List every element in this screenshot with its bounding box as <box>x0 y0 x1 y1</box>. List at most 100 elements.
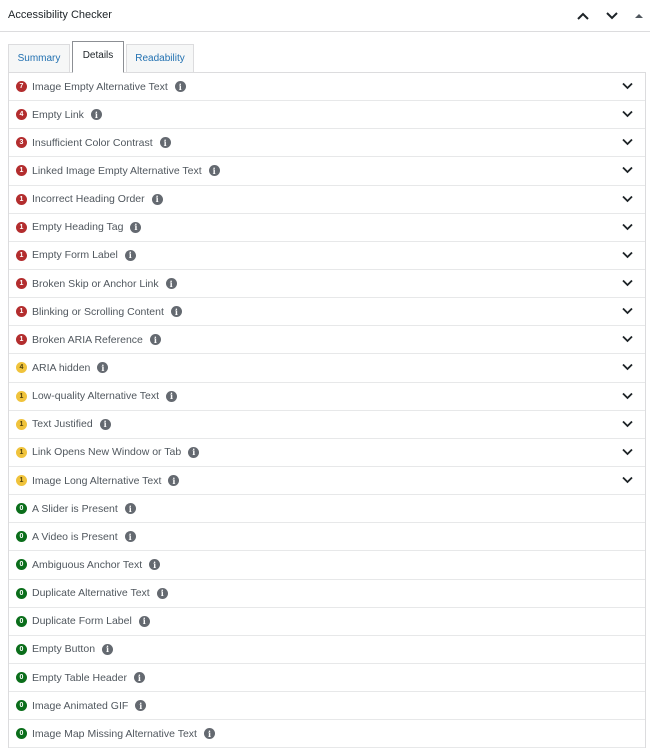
info-icon[interactable]: i <box>124 531 136 543</box>
check-label-text: Linked Image Empty Alternative Text <box>32 164 202 177</box>
check-label-text: Image Animated GIF <box>32 699 129 712</box>
check-row: 0 Ambiguous Anchor Text i <box>9 551 645 580</box>
info-icon[interactable]: i <box>168 475 180 487</box>
check-row[interactable]: 1 Broken ARIA Reference i <box>9 326 645 355</box>
info-icon[interactable]: i <box>166 390 178 402</box>
chevron-down-icon[interactable] <box>622 363 633 371</box>
info-icon[interactable]: i <box>130 221 142 233</box>
check-label: Low-quality Alternative Text i <box>32 390 178 402</box>
info-icon[interactable]: i <box>124 503 136 515</box>
chevron-down-icon[interactable] <box>622 448 633 456</box>
move-down-button[interactable] <box>598 0 626 32</box>
tab-summary[interactable]: Summary <box>8 44 70 72</box>
info-icon[interactable]: i <box>188 446 200 458</box>
check-label: ARIA hidden i <box>32 362 109 374</box>
check-label: Empty Heading Tag i <box>32 221 142 234</box>
info-icon[interactable]: i <box>208 165 220 177</box>
count-badge: 1 <box>16 306 27 318</box>
check-label: Image Animated GIF i <box>32 699 147 712</box>
info-icon[interactable]: i <box>149 334 161 346</box>
info-icon[interactable]: i <box>149 559 161 571</box>
chevron-down-icon[interactable] <box>622 138 633 146</box>
check-row[interactable]: 1 Image Long Alternative Text i <box>9 467 645 496</box>
info-icon[interactable]: i <box>124 249 136 261</box>
check-label-text: Empty Button <box>32 643 96 656</box>
check-row[interactable]: 1 Linked Image Empty Alternative Text i <box>9 157 645 186</box>
check-row[interactable]: 1 Text Justified i <box>9 411 645 439</box>
caret-up-icon <box>635 14 643 18</box>
check-row: 0 Image Map Missing Alternative Text i <box>9 720 645 748</box>
chevron-down-icon[interactable] <box>622 392 633 400</box>
info-icon[interactable]: i <box>99 418 111 430</box>
panel-header: Accessibility Checker <box>0 0 650 32</box>
chevron-down-icon[interactable] <box>622 307 633 315</box>
count-badge: 1 <box>16 446 27 458</box>
check-label-text: Insufficient Color Contrast <box>32 136 153 149</box>
check-label: A Video is Present i <box>32 531 136 543</box>
count-badge: 0 <box>16 700 27 712</box>
chevron-down-icon[interactable] <box>622 195 633 203</box>
count-badge: 0 <box>16 643 27 655</box>
info-icon[interactable]: i <box>151 193 163 205</box>
collapse-panel-button[interactable] <box>627 0 650 32</box>
check-label-text: A Video is Present <box>32 530 118 543</box>
info-icon[interactable]: i <box>133 672 145 684</box>
check-label: Ambiguous Anchor Text i <box>32 559 161 571</box>
count-badge: 0 <box>16 559 27 571</box>
info-icon[interactable]: i <box>165 278 177 290</box>
info-icon[interactable]: i <box>135 700 147 712</box>
info-icon[interactable]: i <box>170 306 182 318</box>
check-row[interactable]: 4 ARIA hidden i <box>9 354 645 383</box>
check-row: 0 Duplicate Alternative Text i <box>9 580 645 608</box>
check-row[interactable]: 1 Broken Skip or Anchor Link i <box>9 270 645 299</box>
check-row[interactable]: 1 Blinking or Scrolling Content i <box>9 298 645 327</box>
chevron-down-icon[interactable] <box>622 223 633 231</box>
count-badge: 1 <box>16 278 27 290</box>
count-badge: 0 <box>16 672 27 684</box>
chevron-down-icon[interactable] <box>622 110 633 118</box>
tab-readability[interactable]: Readability <box>126 44 194 72</box>
check-row[interactable]: 1 Empty Form Label i <box>9 242 645 270</box>
info-icon[interactable]: i <box>159 137 171 149</box>
check-row[interactable]: 4 Empty Link i <box>9 101 645 130</box>
info-icon[interactable]: i <box>90 109 102 121</box>
chevron-down-icon[interactable] <box>622 166 633 174</box>
check-row[interactable]: 1 Low-quality Alternative Text i <box>9 383 645 411</box>
check-row[interactable]: 3 Insufficient Color Contrast i <box>9 129 645 158</box>
count-badge: 1 <box>16 334 27 346</box>
check-label-text: Duplicate Form Label <box>32 615 132 628</box>
check-list: 7 Image Empty Alternative Text i 4 Empty Lin… <box>8 72 646 748</box>
chevron-down-icon[interactable] <box>622 476 633 484</box>
check-row[interactable]: 1 Incorrect Heading Order i <box>9 186 645 214</box>
info-icon[interactable]: i <box>156 587 168 599</box>
check-label: Empty Link i <box>32 109 102 121</box>
tab-details[interactable]: Details <box>72 41 124 73</box>
chevron-down-icon[interactable] <box>622 335 633 343</box>
chevron-down-icon[interactable] <box>622 279 633 287</box>
check-row[interactable]: 7 Image Empty Alternative Text i <box>9 73 645 102</box>
info-icon[interactable]: i <box>174 81 186 93</box>
info-icon[interactable]: i <box>138 615 150 627</box>
count-badge: 0 <box>16 503 27 515</box>
check-label-text: Empty Link <box>32 108 84 121</box>
chevron-down-icon[interactable] <box>622 420 633 428</box>
info-icon[interactable]: i <box>102 643 114 655</box>
count-badge: 1 <box>16 193 27 205</box>
check-row: 0 Empty Table Header i <box>9 664 645 693</box>
count-badge: 1 <box>16 475 27 487</box>
count-badge: 1 <box>16 390 27 402</box>
info-icon[interactable]: i <box>97 362 109 374</box>
info-icon[interactable]: i <box>203 728 215 740</box>
move-up-button[interactable] <box>569 0 597 32</box>
check-row[interactable]: 1 Link Opens New Window or Tab i <box>9 439 645 467</box>
chevron-down-icon[interactable] <box>622 251 633 259</box>
check-label: A Slider is Present i <box>32 503 136 515</box>
check-label-text: Empty Heading Tag <box>32 221 124 234</box>
check-label-text: Link Opens New Window or Tab <box>32 446 182 459</box>
check-row[interactable]: 1 Empty Heading Tag i <box>9 214 645 242</box>
chevron-down-icon[interactable] <box>622 82 633 90</box>
check-row: 0 A Video is Present i <box>9 523 645 552</box>
check-label-text: Image Long Alternative Text <box>32 474 162 487</box>
check-label: Image Empty Alternative Text i <box>32 81 186 93</box>
check-label: Link Opens New Window or Tab i <box>32 446 200 459</box>
